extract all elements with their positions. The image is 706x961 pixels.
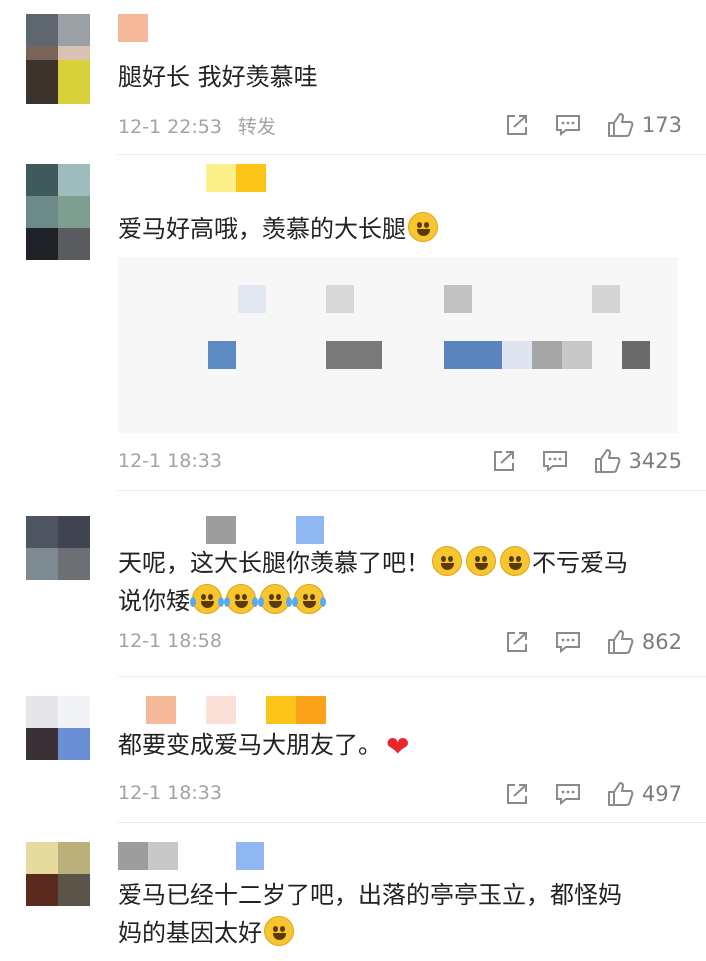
- comment-icon: [555, 784, 580, 806]
- thumbs-up-icon: [607, 630, 634, 654]
- share-button[interactable]: [504, 630, 530, 654]
- blur-block: [444, 285, 472, 313]
- like-count: 173: [641, 113, 682, 137]
- avatar[interactable]: [26, 842, 90, 906]
- comment-button[interactable]: [554, 630, 582, 654]
- laughing-tears-icon: [292, 584, 326, 614]
- blur-block: [562, 341, 592, 369]
- comment-actions: 3425: [467, 446, 682, 476]
- blur-block: [326, 285, 354, 313]
- comment-text-line1: 天呢，这大长腿你羡慕了吧！: [118, 549, 430, 577]
- laughing-tears-icon: [258, 584, 292, 614]
- blur-block: [622, 341, 650, 369]
- repost-link[interactable]: 转发: [238, 116, 276, 138]
- tongue-out-face-icon: [264, 916, 294, 946]
- blur-block: [532, 341, 562, 369]
- grinning-face-icon: [466, 546, 496, 576]
- comment-meta: 12-1 22:53 转发: [118, 112, 292, 139]
- timestamp: 12-1 22:53: [118, 116, 222, 138]
- username[interactable]: [118, 14, 148, 42]
- blur-block: [592, 285, 620, 313]
- blur-block: [326, 341, 382, 369]
- scared-face-icon: [408, 212, 438, 242]
- share-icon: [493, 451, 514, 471]
- comment-actions: 497: [480, 779, 682, 809]
- avatar[interactable]: [26, 516, 90, 580]
- comment-text-content: 都要变成爱马大朋友了。: [118, 731, 382, 759]
- blur-block: [444, 341, 502, 369]
- username[interactable]: [206, 164, 266, 192]
- comment-icon: [542, 451, 567, 473]
- grinning-face-icon: [432, 546, 462, 576]
- like-button[interactable]: 173: [606, 112, 682, 138]
- comment-meta: 12-1 18:58: [118, 630, 238, 652]
- comment-5: 爱马已经十二岁了吧，出落的亭亭玉立，都怪妈 妈的基因太好: [0, 822, 706, 961]
- username[interactable]: [146, 696, 326, 724]
- laughing-tears-icon: [224, 584, 258, 614]
- share-button[interactable]: [504, 782, 530, 806]
- blur-block: [238, 285, 266, 313]
- grinning-face-icon: [500, 546, 530, 576]
- comment-text: 天呢，这大长腿你羡慕了吧！ 不亏爱马 说你矮: [118, 544, 686, 620]
- timestamp: 12-1 18:33: [118, 782, 222, 804]
- comment-text-line1: 爱马已经十二岁了吧，出落的亭亭玉立，都怪妈: [118, 881, 622, 909]
- laughing-tears-icon: [190, 584, 224, 614]
- username[interactable]: [206, 516, 324, 544]
- avatar[interactable]: [26, 696, 90, 760]
- comment-actions: 862: [480, 627, 682, 657]
- share-icon: [506, 784, 527, 804]
- thumbs-up-icon: [594, 449, 620, 473]
- avatar[interactable]: [26, 164, 90, 260]
- comment-3: 天呢，这大长腿你羡慕了吧！ 不亏爱马 说你矮 12-1 18:58 862: [0, 490, 706, 676]
- username[interactable]: [118, 842, 264, 870]
- comment-text-line2: 说你矮: [118, 587, 190, 615]
- comment-meta: 12-1 18:33: [118, 782, 238, 804]
- blur-block: [208, 341, 236, 369]
- comment-text: 爱马已经十二岁了吧，出落的亭亭玉立，都怪妈 妈的基因太好: [118, 876, 686, 952]
- like-count: 862: [641, 630, 682, 654]
- share-button[interactable]: [504, 113, 530, 137]
- like-button[interactable]: 497: [606, 781, 682, 807]
- comment-button[interactable]: [554, 782, 582, 806]
- comment-2: 爱马好高哦，羡慕的大长腿 12-1 18:33 3425: [0, 154, 706, 490]
- thumbs-up-icon: [607, 782, 634, 806]
- share-icon: [506, 115, 527, 135]
- comment-icon: [555, 632, 580, 654]
- timestamp: 12-1 18:58: [118, 630, 222, 652]
- comment-text-tail: 不亏爱马: [532, 549, 628, 577]
- comment-text-content: 爱马好高哦，羡慕的大长腿: [118, 215, 406, 243]
- like-button[interactable]: 3425: [593, 448, 682, 474]
- comment-meta: 12-1 18:33: [118, 450, 238, 472]
- comment-1: 腿好长 我好羡慕哇 12-1 22:53 转发 173: [0, 0, 706, 154]
- comment-actions: 173: [480, 110, 682, 140]
- comment-text: 都要变成爱马大朋友了。 ❤: [118, 726, 686, 766]
- timestamp: 12-1 18:33: [118, 450, 222, 472]
- share-icon: [506, 632, 527, 652]
- avatar-lower: [26, 60, 90, 104]
- comment-text: 腿好长 我好羡慕哇: [118, 63, 318, 91]
- thumbs-up-icon: [607, 113, 634, 137]
- like-count: 497: [641, 782, 682, 806]
- comment-4: 都要变成爱马大朋友了。 ❤ 12-1 18:33 497: [0, 676, 706, 820]
- like-count: 3425: [628, 449, 682, 473]
- comment-text-line2: 妈的基因太好: [118, 919, 262, 947]
- attached-card[interactable]: [118, 257, 678, 433]
- comment-button[interactable]: [541, 449, 569, 473]
- heart-icon: ❤: [386, 730, 410, 763]
- comment-text: 爱马好高哦，羡慕的大长腿: [118, 210, 686, 248]
- share-button[interactable]: [491, 449, 517, 473]
- comment-icon: [555, 115, 580, 137]
- like-button[interactable]: 862: [606, 629, 682, 655]
- blur-block: [502, 341, 532, 369]
- comment-button[interactable]: [554, 113, 582, 137]
